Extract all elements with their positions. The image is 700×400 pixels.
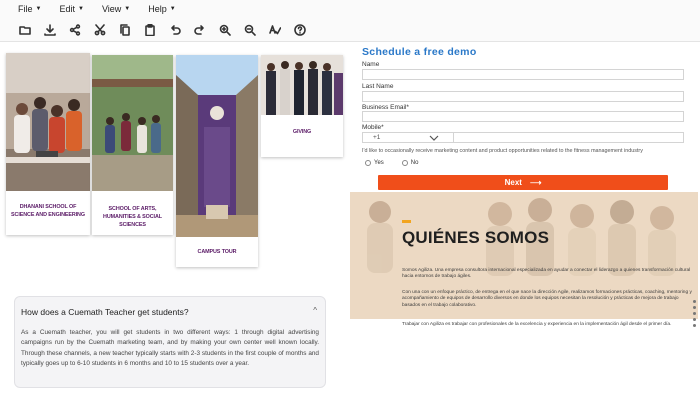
about-paragraph: Con una con un enfoque práctico, de entr… (402, 290, 692, 308)
title-accent-bar (402, 220, 411, 223)
zoom-out-icon[interactable] (243, 23, 257, 37)
card-giving[interactable]: GIVING (261, 55, 343, 157)
next-label: Next (504, 178, 522, 187)
share-icon[interactable] (68, 23, 82, 37)
paste-icon[interactable] (143, 23, 157, 37)
menu-edit-label: Edit (59, 4, 75, 14)
card-science-engineering[interactable]: DHANANI SCHOOL OF SCIENCE AND ENGINEERIN… (6, 53, 90, 235)
menu-file[interactable]: File ▼ (18, 4, 41, 14)
about-section: QUIÉNES SOMOS Somos Agiliza. Una empresa… (350, 192, 698, 319)
next-button[interactable]: Next ⟶ (378, 175, 668, 190)
about-title: QUIÉNES SOMOS (402, 228, 550, 247)
card-caption: CAMPUS TOUR (197, 249, 237, 255)
consent-radio-group: Yes No (365, 160, 418, 166)
zoom-in-icon[interactable] (218, 23, 232, 37)
email-label: Business Email* (362, 104, 409, 111)
last-name-label: Last Name (362, 83, 394, 90)
scroll-dots-indicator[interactable] (693, 300, 697, 327)
no-label: No (410, 160, 419, 166)
yes-label: Yes (374, 160, 384, 166)
faq-question[interactable]: How does a Cuemath Teacher get students? (21, 307, 189, 317)
caret-down-icon: ▼ (35, 6, 42, 12)
students-lab-photo (6, 53, 90, 191)
mobile-field[interactable] (454, 132, 684, 143)
menu-view[interactable]: View ▼ (102, 4, 130, 14)
email-field[interactable] (362, 111, 684, 122)
collapse-chevron-icon[interactable]: ^ (313, 306, 317, 315)
name-field[interactable] (362, 69, 684, 80)
consent-no-radio[interactable]: No (401, 160, 419, 166)
campus-building-photo (176, 55, 258, 237)
card-campus-tour[interactable]: CAMPUS TOUR (176, 55, 258, 267)
form-title: Schedule a free demo (362, 46, 477, 58)
radio-circle-icon (365, 160, 371, 166)
chevron-down-icon (429, 135, 439, 141)
arrow-right-icon: ⟶ (529, 178, 542, 187)
faq-answer: As a Cuemath teacher, you will get stude… (21, 329, 319, 368)
menu-file-label: File (18, 4, 33, 14)
students-outdoor-photo (92, 55, 173, 191)
spellcheck-icon[interactable] (268, 23, 282, 37)
country-code-select[interactable]: +1 (362, 132, 454, 143)
menu-view-label: View (101, 4, 122, 14)
card-caption: DHANANI SCHOOL OF SCIENCE AND ENGINEERIN… (11, 204, 85, 218)
about-paragraph: Somos Agiliza. Una empresa consultora in… (402, 268, 691, 280)
last-name-field[interactable] (362, 91, 684, 102)
name-label: Name (362, 61, 380, 68)
marketing-consent-text: I'd like to occasionally receive marketi… (362, 148, 643, 154)
cut-icon[interactable] (93, 23, 107, 37)
caret-down-icon: ▼ (77, 6, 84, 12)
open-folder-icon[interactable] (18, 23, 32, 37)
download-icon[interactable] (43, 23, 57, 37)
faq-accordion: How does a Cuemath Teacher get students?… (14, 296, 326, 388)
group-photo (261, 55, 343, 115)
redo-icon[interactable] (193, 23, 207, 37)
radio-circle-icon (401, 160, 408, 166)
card-caption: SCHOOL OF ARTS, HUMANITIES & SOCIAL SCIE… (103, 206, 162, 228)
caret-down-icon: ▼ (124, 6, 131, 12)
menu-edit[interactable]: Edit ▼ (59, 4, 83, 14)
menu-bar: File ▼ Edit ▼ View ▼ Help ▼ (0, 0, 700, 18)
help-icon[interactable] (293, 23, 307, 37)
country-code-value: +1 (373, 134, 381, 141)
about-paragraph: Trabajar con Agiliza es trabajar con pro… (402, 322, 672, 327)
menu-help[interactable]: Help ▼ (148, 4, 175, 14)
menu-help-label: Help (148, 4, 167, 14)
card-caption: GIVING (292, 129, 312, 135)
toolbar (0, 18, 700, 42)
card-arts-humanities[interactable]: SCHOOL OF ARTS, HUMANITIES & SOCIAL SCIE… (92, 55, 173, 235)
school-cards: DHANANI SCHOOL OF SCIENCE AND ENGINEERIN… (6, 53, 346, 267)
mobile-label: Mobile* (362, 124, 384, 131)
consent-yes-radio[interactable]: Yes (365, 160, 384, 166)
copy-icon[interactable] (118, 23, 132, 37)
caret-down-icon: ▼ (169, 6, 176, 12)
undo-icon[interactable] (168, 23, 182, 37)
